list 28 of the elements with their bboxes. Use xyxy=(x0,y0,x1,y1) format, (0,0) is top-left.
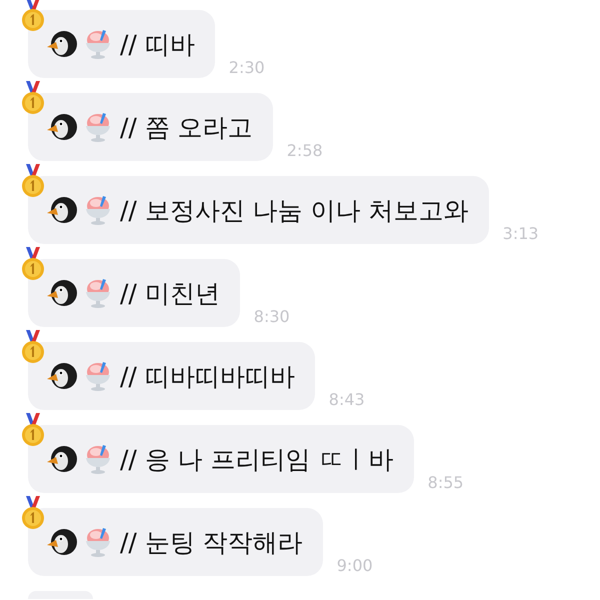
penguin-icon xyxy=(46,111,78,143)
message-text: // 보정사진 나눔 이나 처보고와 xyxy=(120,194,469,226)
message-text: // 미친년 xyxy=(120,278,220,310)
medal-icon xyxy=(21,330,45,364)
message-text: // 응 나 프리티임 ㄸㅣ바 xyxy=(120,444,394,476)
penguin-icon xyxy=(46,277,78,309)
message-text: // 띠바띠바띠바 xyxy=(120,360,295,392)
message-time: 9:00 xyxy=(336,556,373,575)
message-time: 8:55 xyxy=(428,473,464,492)
penguin-icon xyxy=(46,194,78,226)
medal-icon xyxy=(21,81,45,115)
medal-icon xyxy=(21,164,45,198)
penguin-icon xyxy=(46,526,78,558)
message-text: // 띠바 xyxy=(120,28,195,60)
penguin-icon xyxy=(46,360,78,392)
message-time: 8:43 xyxy=(328,390,365,409)
message-time: 2:58 xyxy=(286,141,323,160)
penguin-icon xyxy=(46,28,78,60)
message-time: 8:30 xyxy=(254,307,290,326)
penguin-icon xyxy=(46,443,78,475)
message-time: 3:13 xyxy=(502,224,539,243)
medal-icon xyxy=(21,247,45,281)
message-time: 2:30 xyxy=(228,58,265,77)
medal-icon xyxy=(21,0,45,32)
message-text: // 눈팅 작작해라 xyxy=(120,526,303,558)
medal-icon xyxy=(21,496,45,530)
message-text: // 쫌 오라고 xyxy=(120,112,253,144)
medal-icon xyxy=(21,413,45,447)
